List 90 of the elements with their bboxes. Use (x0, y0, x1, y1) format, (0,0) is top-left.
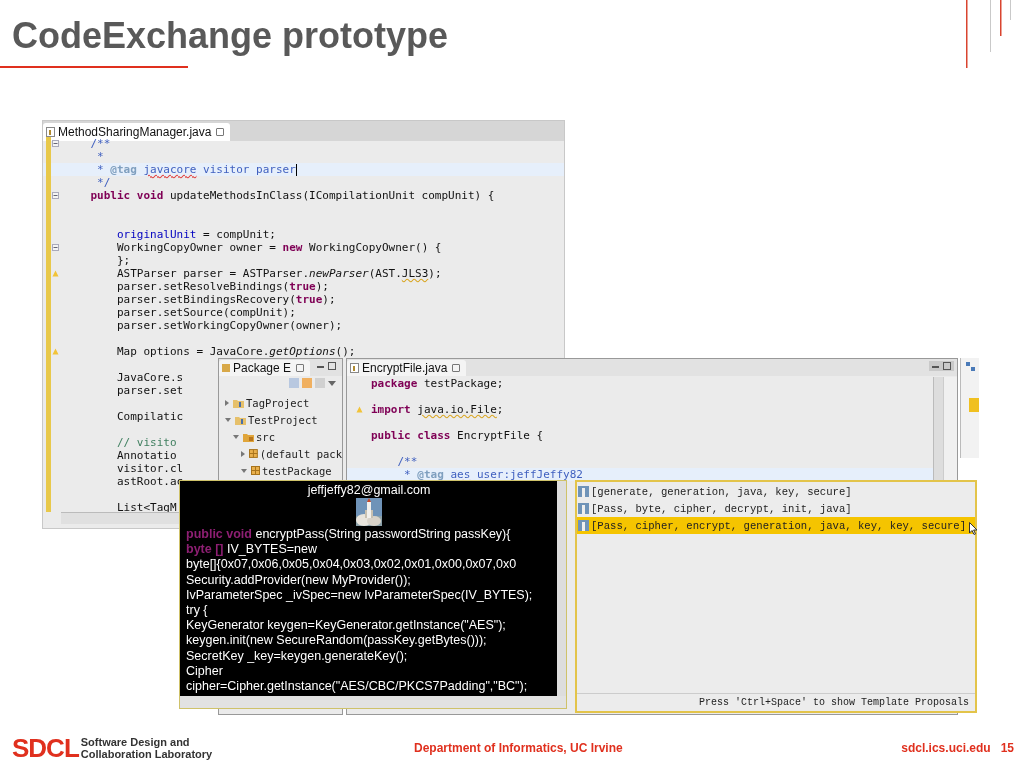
scrollbar[interactable] (180, 696, 566, 708)
code-line: parser.set (115, 384, 184, 397)
code-line: Annotatio (115, 449, 177, 462)
department-text: Department of Informatics, UC Irvine (414, 741, 623, 755)
code-line: parser.setSource(compUnit); (115, 306, 296, 319)
close-icon[interactable] (452, 364, 461, 372)
code-line: * @tag javacore visitor parser (96, 163, 297, 176)
code-line: package testPackage; (371, 377, 504, 390)
fold-icon[interactable] (52, 140, 59, 147)
code-line: public class EncryptFile { (371, 429, 544, 442)
project-icon (233, 397, 244, 408)
tree-item[interactable]: TagProject (246, 396, 310, 409)
code-line: public void encryptPass(String passwordString passKey){ (186, 527, 511, 543)
code-line: visitor.cl (115, 462, 184, 475)
thumbnail-icon (578, 486, 589, 497)
scrollbar[interactable] (557, 481, 566, 696)
code-line: IvParameterSpec _ivSpec=new IvParameterSpec(IV_BYTES); (186, 587, 533, 603)
tree-item[interactable]: src (256, 430, 275, 443)
code-line: * @tag aes user:jeffJeffy82 (403, 468, 583, 481)
code-line: parser.setBindingsRecovery(true); (115, 293, 336, 306)
folder-icon (243, 431, 254, 442)
close-icon[interactable] (296, 364, 305, 372)
code-line: byte[]{0x07,0x06,0x05,0x04,0x03,0x02,0x01,0x00,0x07,0x0 (186, 557, 517, 573)
tree-item[interactable]: testPackage (262, 464, 332, 477)
lab-name: Software Design and (80, 736, 191, 748)
expander-icon[interactable] (233, 434, 239, 439)
fold-icon[interactable] (52, 192, 59, 199)
code-line: Cipher (186, 663, 223, 680)
close-icon[interactable] (216, 128, 225, 136)
page-number: 15 (1000, 741, 1014, 755)
website-text: sdcl.ics.uci.edu (901, 741, 991, 755)
thumbnail-icon (578, 503, 589, 514)
code-line: Map options = JavaCore.getOptions(); (115, 345, 356, 358)
java-file-icon (350, 363, 359, 373)
java-file-icon (46, 127, 55, 137)
hint-text: Press 'Ctrl+Space' to show Template Proposals (577, 693, 975, 711)
package-icon (249, 449, 258, 458)
code-line: public void updateMethodsInClass(ICompilationUnit compUnit) { (89, 189, 495, 202)
code-line: try { (186, 603, 208, 619)
expander-icon[interactable] (225, 417, 231, 422)
code-line: WorkingCopyOwner owner = new WorkingCopyOwner() { (115, 241, 442, 254)
code-line: /** (396, 455, 418, 468)
code-line: Security.addProvider(new MyProvider()); (186, 572, 411, 588)
package-icon (251, 466, 260, 475)
project-icon (235, 414, 246, 425)
view-menu-icon[interactable] (328, 381, 336, 386)
code-line: Compilatic (115, 410, 184, 423)
proposal-item[interactable]: [Pass, cipher, encrypt, generation, java, key, key, secure] (577, 517, 975, 534)
maximize-icon[interactable] (943, 362, 951, 370)
tree-item[interactable]: TestProject (248, 413, 318, 426)
warning-icon (52, 348, 59, 355)
code-line: SecretKey _key=keygen.generateKey(); (186, 648, 408, 664)
code-line: parser.setWorkingCopyOwner(owner); (115, 319, 343, 332)
code-line: astRoot.ac (115, 475, 184, 488)
code-line: parser.setResolveBindings(true); (115, 280, 329, 293)
code-line: // visito (115, 436, 177, 449)
code-line: ASTParser parser = ASTParser.newParser(AST.JLS3); (115, 267, 442, 280)
code-line: }; (115, 254, 131, 267)
code-line: byte [] IV_BYTES=new (186, 542, 317, 558)
view-tab[interactable]: Package E (219, 360, 311, 376)
outline-icon[interactable] (965, 362, 975, 371)
maximize-icon[interactable] (328, 362, 336, 370)
editor-tab[interactable]: EncryptFile.java (347, 360, 467, 376)
package-icon (222, 364, 230, 372)
expander-icon[interactable] (241, 450, 245, 457)
expander-icon[interactable] (225, 399, 229, 406)
mouse-pointer-icon (969, 522, 978, 535)
expander-icon[interactable] (241, 468, 247, 473)
tree-item[interactable]: (default pack (259, 447, 342, 460)
annotation-marker (969, 398, 979, 412)
slide-title: CodeExchange prototype (12, 14, 449, 58)
thumbnail-icon (578, 520, 589, 531)
code-line: keygen.init(new SecureRandom(passKey.getBytes())); (186, 633, 487, 649)
code-line: import java.io.File; (371, 403, 504, 416)
code-line: originalUnit = compUnit; (115, 228, 276, 241)
proposal-item[interactable]: [Pass, byte, cipher, decrypt, init, java] (577, 500, 975, 517)
fold-icon[interactable] (52, 244, 59, 251)
author-email: jeffjeffy82@gmail.com (307, 483, 431, 497)
code-line: List<TagM (115, 501, 177, 514)
lab-logo: SDCL (12, 732, 79, 764)
proposal-item[interactable]: [generate, generation, java, key, secure] (577, 483, 975, 500)
warning-icon (52, 270, 59, 277)
code-line: JavaCore.s (115, 371, 184, 384)
code-line: */ (96, 176, 111, 189)
code-line: cipher=Cipher.getInstance("AES/CBC/PKCS7Padding","BC"); (186, 679, 528, 695)
code-line: * (96, 150, 104, 163)
warning-icon (355, 406, 363, 413)
code-line: KeyGenerator keygen=KeyGenerator.getInstance("AES"); (186, 618, 506, 634)
scrollbar[interactable] (933, 377, 943, 481)
lab-name: Collaboration Laboratory (80, 748, 213, 760)
